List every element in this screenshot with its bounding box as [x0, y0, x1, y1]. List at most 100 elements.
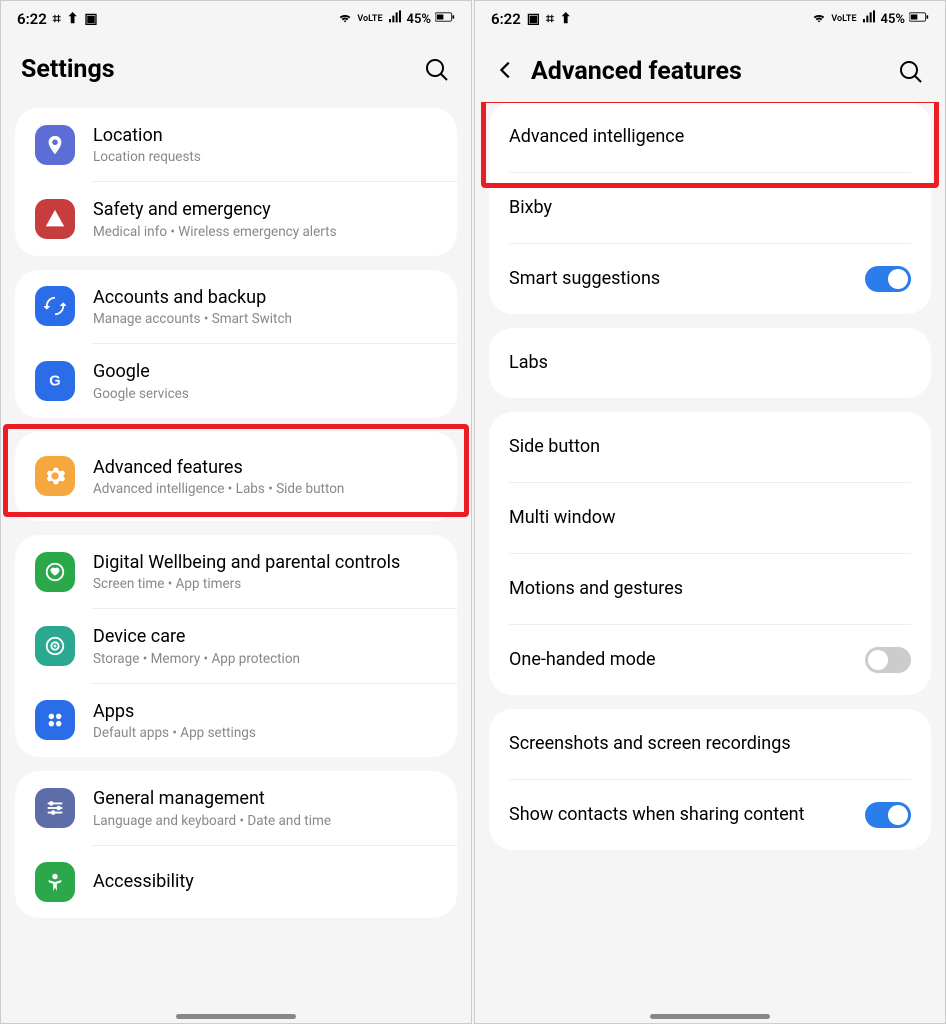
row-smart-suggestions[interactable]: Smart suggestions — [489, 244, 931, 314]
settings-row-device-care[interactable]: Device care Storage • Memory • App prote… — [15, 609, 457, 682]
row-sub: Language and keyboard • Date and time — [93, 813, 437, 829]
row-title: Multi window — [509, 506, 616, 529]
status-bar: 6:22 ⌗ ⬆ ▣ VoLTE 45% — [1, 1, 471, 37]
highlighted-wrapper: Advanced features Advanced intelligence … — [15, 432, 457, 521]
row-title: General management — [93, 787, 437, 810]
status-time: 6:22 — [491, 10, 521, 28]
row-sub: Advanced intelligence • Labs • Side butt… — [93, 481, 437, 497]
row-sub: Google services — [93, 386, 437, 402]
slack-icon: ⌗ — [546, 11, 554, 27]
status-time: 6:22 — [17, 10, 47, 28]
chevron-left-icon — [495, 59, 517, 81]
row-title: Screenshots and screen recordings — [509, 732, 791, 755]
settings-row-wellbeing[interactable]: Digital Wellbeing and parental controls … — [15, 535, 457, 608]
toggle-share-contacts[interactable] — [865, 802, 911, 828]
row-title: Advanced intelligence — [509, 125, 684, 148]
alert-icon — [35, 199, 75, 239]
row-title: Google — [93, 360, 437, 383]
advanced-list: Advanced intelligence Bixby Smart sugges… — [475, 102, 945, 1023]
row-title: Safety and emergency — [93, 198, 437, 221]
person-icon — [35, 862, 75, 902]
settings-group: Advanced features Advanced intelligence … — [15, 432, 457, 521]
row-screenshots[interactable]: Screenshots and screen recordings — [489, 709, 931, 779]
settings-group: Digital Wellbeing and parental controls … — [15, 535, 457, 757]
battery-icon — [435, 11, 455, 27]
settings-list: Location Location requests Safety and em… — [1, 108, 471, 1023]
row-sub: Default apps • App settings — [93, 725, 437, 741]
advanced-features-screen: 6:22 ▣ ⌗ ⬆ VoLTE 45% Advanced features — [474, 0, 946, 1024]
row-sub: Screen time • App timers — [93, 576, 437, 592]
volte-label: VoLTE — [831, 14, 856, 24]
search-button[interactable] — [897, 58, 925, 86]
row-title: Bixby — [509, 196, 552, 219]
settings-screen: 6:22 ⌗ ⬆ ▣ VoLTE 45% Settings — [0, 0, 472, 1024]
settings-group: Location Location requests Safety and em… — [15, 108, 457, 256]
row-title: Apps — [93, 700, 437, 723]
gesture-handle[interactable] — [650, 1014, 770, 1019]
settings-row-general[interactable]: General management Language and keyboard… — [15, 771, 457, 844]
toggle-one-handed[interactable] — [865, 647, 911, 673]
row-title: Accessibility — [93, 870, 437, 893]
row-one-handed[interactable]: One-handed mode — [489, 625, 931, 695]
row-multi-window[interactable]: Multi window — [489, 483, 931, 553]
settings-group: Accounts and backup Manage accounts • Sm… — [15, 270, 457, 418]
search-button[interactable] — [423, 56, 451, 84]
slack-icon: ⌗ — [53, 11, 61, 27]
row-title: Digital Wellbeing and parental controls — [93, 551, 437, 574]
settings-row-apps[interactable]: Apps Default apps • App settings — [15, 684, 457, 757]
gesture-handle[interactable] — [176, 1014, 296, 1019]
battery-percent: 45% — [881, 12, 905, 27]
upload-icon: ⬆ — [67, 11, 79, 27]
advanced-group: Advanced intelligence Bixby Smart sugges… — [489, 102, 931, 314]
row-motions[interactable]: Motions and gestures — [489, 554, 931, 624]
row-advanced-intelligence[interactable]: Advanced intelligence — [489, 102, 931, 172]
row-sub: Medical info • Wireless emergency alerts — [93, 224, 437, 240]
settings-row-accounts[interactable]: Accounts and backup Manage accounts • Sm… — [15, 270, 457, 343]
row-side-button[interactable]: Side button — [489, 412, 931, 482]
search-icon — [899, 60, 923, 84]
settings-row-google[interactable]: G Google Google services — [15, 344, 457, 417]
toggle-smart-suggestions[interactable] — [865, 266, 911, 292]
row-title: Device care — [93, 625, 437, 648]
gear-icon — [35, 456, 75, 496]
row-sub: Storage • Memory • App protection — [93, 651, 437, 667]
row-title: One-handed mode — [509, 648, 865, 671]
row-title: Side button — [509, 435, 600, 458]
image-icon: ▣ — [84, 11, 97, 27]
settings-row-advanced-features[interactable]: Advanced features Advanced intelligence … — [15, 432, 457, 521]
sliders-icon — [35, 788, 75, 828]
settings-group: General management Language and keyboard… — [15, 771, 457, 917]
battery-icon — [909, 11, 929, 27]
row-title: Smart suggestions — [509, 267, 865, 290]
back-button[interactable] — [495, 55, 517, 88]
settings-row-accessibility[interactable]: Accessibility — [15, 846, 457, 918]
row-share-contacts[interactable]: Show contacts when sharing content — [489, 780, 931, 850]
page-title: Advanced features — [531, 57, 897, 86]
row-title: Accounts and backup — [93, 286, 437, 309]
upload-icon: ⬆ — [560, 11, 572, 27]
status-bar: 6:22 ▣ ⌗ ⬆ VoLTE 45% — [475, 1, 945, 37]
row-bixby[interactable]: Bixby — [489, 173, 931, 243]
svg-text:G: G — [49, 373, 60, 389]
advanced-group: Screenshots and screen recordings Show c… — [489, 709, 931, 850]
advanced-header: Advanced features — [475, 37, 945, 102]
google-icon: G — [35, 361, 75, 401]
row-title: Advanced features — [93, 456, 437, 479]
row-title: Motions and gestures — [509, 577, 683, 600]
heart-icon — [35, 552, 75, 592]
row-labs[interactable]: Labs — [489, 328, 931, 398]
location-icon — [35, 125, 75, 165]
sync-icon — [35, 286, 75, 326]
row-title: Labs — [509, 351, 548, 374]
wifi-icon — [811, 9, 827, 29]
grid-icon — [35, 700, 75, 740]
settings-row-location[interactable]: Location Location requests — [15, 108, 457, 181]
settings-header: Settings — [1, 37, 471, 108]
volte-label: VoLTE — [357, 14, 382, 24]
advanced-group: Side button Multi window Motions and ges… — [489, 412, 931, 695]
signal-icon — [387, 9, 403, 29]
row-sub: Manage accounts • Smart Switch — [93, 311, 437, 327]
image-icon: ▣ — [527, 11, 540, 27]
settings-row-safety[interactable]: Safety and emergency Medical info • Wire… — [15, 182, 457, 255]
highlighted-wrapper: Advanced intelligence Bixby Smart sugges… — [489, 102, 931, 314]
